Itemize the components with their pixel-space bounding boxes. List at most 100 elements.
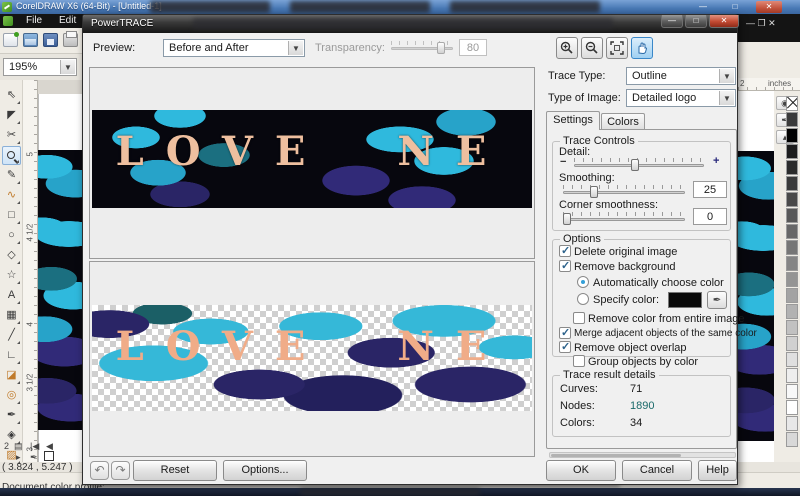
group-by-color-label[interactable]: Group objects by color bbox=[588, 356, 698, 368]
shape-tool[interactable]: ◤ bbox=[2, 106, 21, 125]
dialog-titlebar[interactable]: PowerTRACE — □ ✕ bbox=[83, 15, 737, 33]
palette-swatch[interactable] bbox=[786, 320, 798, 335]
palette-swatch[interactable] bbox=[786, 336, 798, 351]
reset-button[interactable]: Reset bbox=[133, 460, 217, 481]
remove-entire-checkbox[interactable] bbox=[573, 312, 585, 324]
detail-slider[interactable] bbox=[574, 156, 704, 170]
palette-swatch[interactable] bbox=[786, 288, 798, 303]
dialog-minimize-button[interactable]: — bbox=[661, 15, 683, 28]
palette-swatch[interactable] bbox=[786, 256, 798, 271]
scrollbar-thumb[interactable] bbox=[551, 454, 681, 457]
zoom-tool[interactable] bbox=[2, 146, 21, 165]
undo-button[interactable]: ↶ bbox=[90, 461, 109, 480]
palette-swatch[interactable] bbox=[786, 432, 798, 447]
specify-color-swatch[interactable] bbox=[668, 292, 702, 308]
help-button[interactable]: Help bbox=[698, 460, 737, 481]
no-color-swatch[interactable] bbox=[786, 96, 798, 111]
shadow-tool[interactable]: ◪ bbox=[2, 366, 21, 385]
pick-tool[interactable]: ⇖ bbox=[2, 86, 21, 105]
minimize-button[interactable]: — bbox=[690, 1, 716, 13]
zoom-in-button[interactable] bbox=[556, 37, 578, 59]
palette-swatch[interactable] bbox=[786, 304, 798, 319]
palette-swatch[interactable] bbox=[786, 128, 798, 143]
specify-color-label[interactable]: Specify color: bbox=[593, 294, 659, 306]
palette-swatch[interactable] bbox=[786, 272, 798, 287]
remove-overlap-checkbox[interactable]: ✓ bbox=[559, 341, 571, 353]
smoothing-value[interactable]: 25 bbox=[693, 181, 727, 198]
palette-swatch[interactable] bbox=[786, 368, 798, 383]
group-by-color-checkbox[interactable] bbox=[573, 355, 585, 367]
dialog-close-button[interactable]: ✕ bbox=[709, 15, 739, 28]
close-button[interactable]: ✕ bbox=[756, 1, 782, 13]
smoothing-slider[interactable] bbox=[563, 183, 685, 197]
zoom-fit-button[interactable] bbox=[606, 37, 628, 59]
connector-tool[interactable]: ∟ bbox=[2, 346, 21, 365]
palette-swatch[interactable] bbox=[786, 416, 798, 431]
slider-thumb[interactable] bbox=[631, 159, 639, 171]
corner-smoothness-value[interactable]: 0 bbox=[693, 208, 727, 225]
delete-original-checkbox[interactable]: ✓ bbox=[559, 245, 571, 257]
menu-file[interactable]: File bbox=[22, 15, 46, 27]
color-eyedropper-button[interactable]: ✒ bbox=[707, 291, 727, 309]
table-tool[interactable]: ▦ bbox=[2, 306, 21, 325]
remove-overlap-label[interactable]: Remove object overlap bbox=[574, 342, 687, 354]
palette-swatch[interactable] bbox=[786, 224, 798, 239]
trace-type-combo[interactable]: Outline ▼ bbox=[626, 67, 736, 85]
chevron-down-icon[interactable]: ▼ bbox=[60, 60, 75, 74]
polygon-tool[interactable]: ◇ bbox=[2, 246, 21, 265]
palette-swatch[interactable] bbox=[786, 384, 798, 399]
zoom-out-button[interactable] bbox=[581, 37, 603, 59]
chevron-down-icon[interactable]: ▼ bbox=[719, 69, 734, 83]
print-icon[interactable] bbox=[63, 33, 78, 47]
palette-swatch[interactable] bbox=[786, 400, 798, 415]
add-page-icon[interactable]: ▤ bbox=[14, 441, 23, 452]
remove-background-checkbox[interactable]: ✓ bbox=[559, 260, 571, 272]
text-tool[interactable]: A bbox=[2, 286, 21, 305]
basic-shapes-tool[interactable]: ☆ bbox=[2, 266, 21, 285]
image-type-combo[interactable]: Detailed logo ▼ bbox=[626, 89, 736, 107]
preview-mode-combo[interactable]: Before and After ▼ bbox=[163, 39, 305, 57]
ellipse-tool[interactable]: ○ bbox=[2, 226, 21, 245]
merge-adjacent-checkbox[interactable]: ✓ bbox=[559, 327, 571, 339]
remove-entire-label[interactable]: Remove color from entire image bbox=[588, 313, 745, 325]
slider-thumb[interactable] bbox=[590, 186, 598, 198]
new-document-icon[interactable] bbox=[3, 33, 18, 47]
auto-choose-color-label[interactable]: Automatically choose color bbox=[593, 277, 724, 289]
crop-tool[interactable]: ✂ bbox=[2, 126, 21, 145]
palette-swatch[interactable] bbox=[786, 240, 798, 255]
tab-colors[interactable]: Colors bbox=[601, 113, 645, 130]
auto-choose-color-radio[interactable] bbox=[577, 276, 589, 288]
merge-adjacent-label[interactable]: Merge adjacent objects of the same color bbox=[574, 328, 757, 339]
options-button[interactable]: Options... bbox=[223, 460, 307, 481]
palette-swatch[interactable] bbox=[786, 160, 798, 175]
palette-swatch[interactable] bbox=[786, 144, 798, 159]
save-icon[interactable] bbox=[43, 33, 58, 47]
open-icon[interactable] bbox=[23, 33, 38, 47]
first-page-icon[interactable]: |◀ bbox=[30, 441, 39, 452]
pan-button[interactable] bbox=[631, 37, 653, 59]
palette-swatch[interactable] bbox=[786, 192, 798, 207]
ok-button[interactable]: OK bbox=[546, 460, 616, 481]
eyedropper-tool[interactable]: ✒ bbox=[2, 406, 21, 425]
minus-icon[interactable]: − bbox=[560, 156, 566, 168]
specify-color-radio[interactable] bbox=[577, 293, 589, 305]
palette-swatch[interactable] bbox=[786, 208, 798, 223]
delete-original-label[interactable]: Delete original image bbox=[574, 246, 677, 258]
horizontal-scrollbar[interactable] bbox=[549, 452, 736, 458]
freehand-tool[interactable]: ✎ bbox=[2, 166, 21, 185]
contour-tool[interactable]: ◎ bbox=[2, 386, 21, 405]
remove-background-label[interactable]: Remove background bbox=[574, 261, 676, 273]
corner-smoothness-slider[interactable] bbox=[563, 210, 685, 224]
slider-thumb[interactable] bbox=[563, 213, 571, 225]
palette-swatch[interactable] bbox=[786, 352, 798, 367]
chevron-down-icon[interactable]: ▼ bbox=[288, 41, 303, 55]
cancel-button[interactable]: Cancel bbox=[622, 460, 692, 481]
menu-edit[interactable]: Edit bbox=[55, 15, 80, 27]
tab-settings[interactable]: Settings bbox=[546, 111, 600, 130]
rectangle-tool[interactable]: □ bbox=[2, 206, 21, 225]
zoom-level-combo[interactable]: 195% ▼ bbox=[3, 58, 77, 76]
maximize-button[interactable]: □ bbox=[722, 1, 748, 13]
plus-icon[interactable]: + bbox=[713, 155, 719, 167]
palette-swatch[interactable] bbox=[786, 176, 798, 191]
artistic-media-tool[interactable]: ∿ bbox=[2, 186, 21, 205]
